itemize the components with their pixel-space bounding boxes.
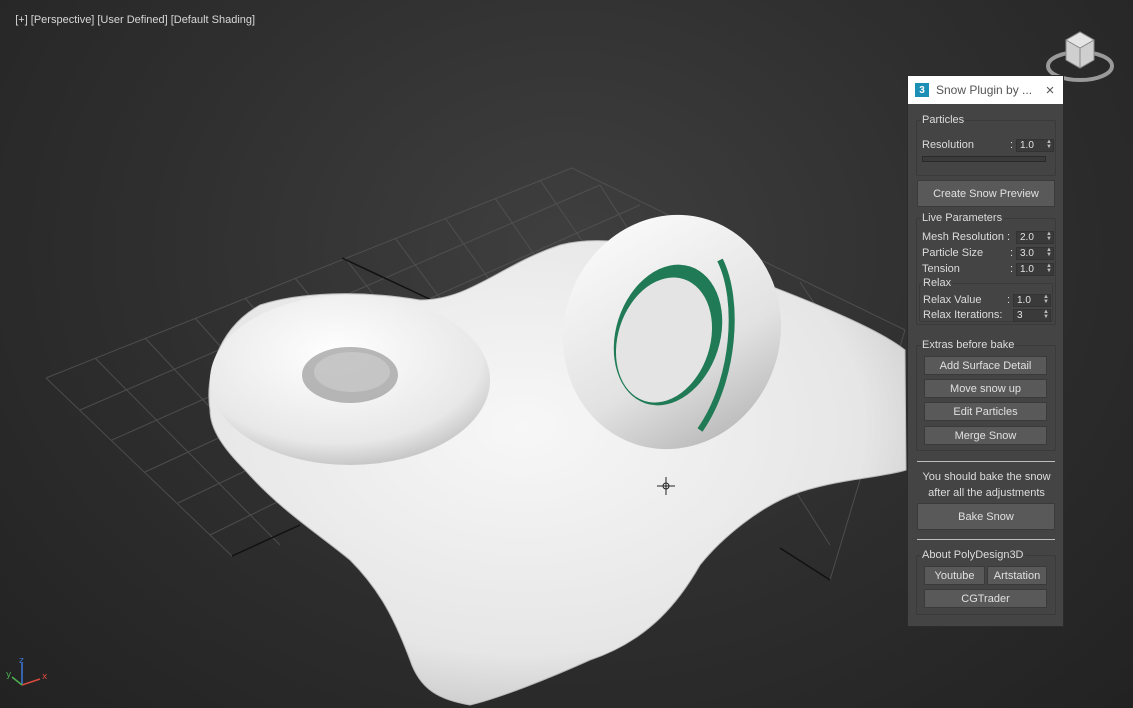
resolution-spinner[interactable]: 1.0 ▲ ▼ xyxy=(1016,138,1054,152)
particle-size-spinner[interactable]: 3.0 ▲ ▼ xyxy=(1016,246,1054,260)
relax-iterations-row: Relax Iterations: 3 ▲ ▼ xyxy=(923,308,1051,322)
merge-snow-button[interactable]: Merge Snow xyxy=(924,426,1047,445)
particles-progress-bar xyxy=(922,156,1046,162)
mesh-resolution-value[interactable]: 2.0 xyxy=(1020,232,1045,243)
about-group-title: About PolyDesign3D xyxy=(921,549,1025,561)
viewport-user-menu[interactable]: [User Defined] xyxy=(97,14,167,26)
resolution-row: Resolution : 1.0 ▲ ▼ xyxy=(922,138,1054,152)
separator xyxy=(917,539,1055,540)
move-cursor-icon xyxy=(657,477,675,495)
relax-iterations-spinner[interactable]: 3 ▲ ▼ xyxy=(1013,308,1051,322)
relax-iterations-label: Relax Iterations: xyxy=(923,309,1003,321)
create-snow-preview-button[interactable]: Create Snow Preview xyxy=(917,180,1055,207)
extras-group-title: Extras before bake xyxy=(921,339,1016,351)
viewport-label[interactable]: [+] [Perspective] [User Defined] [Default S… xyxy=(3,2,258,38)
add-surface-detail-button[interactable]: Add Surface Detail xyxy=(924,356,1047,375)
artstation-button[interactable]: Artstation xyxy=(987,566,1047,585)
tension-value[interactable]: 1.0 xyxy=(1020,264,1045,275)
relax-value-row: Relax Value : 1.0 ▲ ▼ xyxy=(923,293,1051,307)
cgtrader-button[interactable]: CGTrader xyxy=(924,589,1047,608)
snow-plugin-window: 3 Snow Plugin by ... × Particles Resolut… xyxy=(907,75,1064,627)
plugin-title: Snow Plugin by ... xyxy=(936,83,1033,97)
viewport-view-menu[interactable]: [Perspective] xyxy=(31,14,95,26)
bake-note-line2: after all the adjustments xyxy=(928,487,1045,499)
relax-group-title: Relax xyxy=(922,277,953,289)
particles-group-title: Particles xyxy=(921,114,966,126)
axis-x-label: x xyxy=(42,672,48,682)
relax-value-value[interactable]: 1.0 xyxy=(1017,295,1042,306)
mesh-resolution-spinner[interactable]: 2.0 ▲ ▼ xyxy=(1016,230,1054,244)
bake-snow-button[interactable]: Bake Snow xyxy=(917,503,1055,530)
max-app-icon: 3 xyxy=(915,83,929,97)
relax-value-label: Relax Value xyxy=(923,294,982,306)
live-parameters-group: Live Parameters Mesh Resolution : 2.0 ▲ ▼… xyxy=(916,212,1056,325)
spinner-arrows-icon[interactable]: ▲ ▼ xyxy=(1042,309,1050,320)
spinner-arrows-icon[interactable]: ▲ ▼ xyxy=(1045,263,1053,274)
plugin-titlebar[interactable]: 3 Snow Plugin by ... × xyxy=(908,76,1063,104)
live-parameters-title: Live Parameters xyxy=(921,212,1004,224)
particle-size-label: Particle Size xyxy=(922,247,984,259)
resolution-label: Resolution xyxy=(922,139,974,151)
separator xyxy=(917,461,1055,462)
bake-note-line1: You should bake the snow xyxy=(922,471,1051,483)
spinner-arrows-icon[interactable]: ▲ ▼ xyxy=(1042,294,1050,305)
particle-size-value[interactable]: 3.0 xyxy=(1020,248,1045,259)
youtube-button[interactable]: Youtube xyxy=(924,566,985,585)
axis-y-label: y xyxy=(6,670,12,680)
edit-particles-button[interactable]: Edit Particles xyxy=(924,402,1047,421)
relax-value-spinner[interactable]: 1.0 ▲ ▼ xyxy=(1013,293,1051,307)
viewport-plus-menu[interactable]: [+] xyxy=(15,14,28,26)
relax-iterations-value[interactable]: 3 xyxy=(1017,310,1042,321)
spinner-arrows-icon[interactable]: ▲ ▼ xyxy=(1045,247,1053,258)
mesh-resolution-row: Mesh Resolution : 2.0 ▲ ▼ xyxy=(922,230,1054,244)
move-snow-up-button[interactable]: Move snow up xyxy=(924,379,1047,398)
resolution-value[interactable]: 1.0 xyxy=(1020,140,1045,151)
axis-tripod-icon: z x y xyxy=(6,657,48,686)
axis-z-label: z xyxy=(19,657,24,666)
particles-group: Particles Resolution : 1.0 ▲ ▼ xyxy=(916,114,1056,176)
bake-note: You should bake the snow after all the a… xyxy=(914,469,1059,501)
relax-group: Relax Relax Value : 1.0 ▲ ▼ Relax Iterati… xyxy=(919,277,1053,322)
mesh-resolution-label: Mesh Resolution : xyxy=(922,231,1011,243)
tension-row: Tension : 1.0 ▲ ▼ xyxy=(922,262,1054,276)
spinner-arrows-icon[interactable]: ▲ ▼ xyxy=(1045,139,1053,150)
close-icon[interactable]: × xyxy=(1037,76,1063,104)
spinner-arrows-icon[interactable]: ▲ ▼ xyxy=(1045,231,1053,242)
tension-spinner[interactable]: 1.0 ▲ ▼ xyxy=(1016,262,1054,276)
tension-label: Tension xyxy=(922,263,960,275)
particle-size-row: Particle Size : 3.0 ▲ ▼ xyxy=(922,246,1054,260)
viewport-shading-menu[interactable]: [Default Shading] xyxy=(171,14,255,26)
